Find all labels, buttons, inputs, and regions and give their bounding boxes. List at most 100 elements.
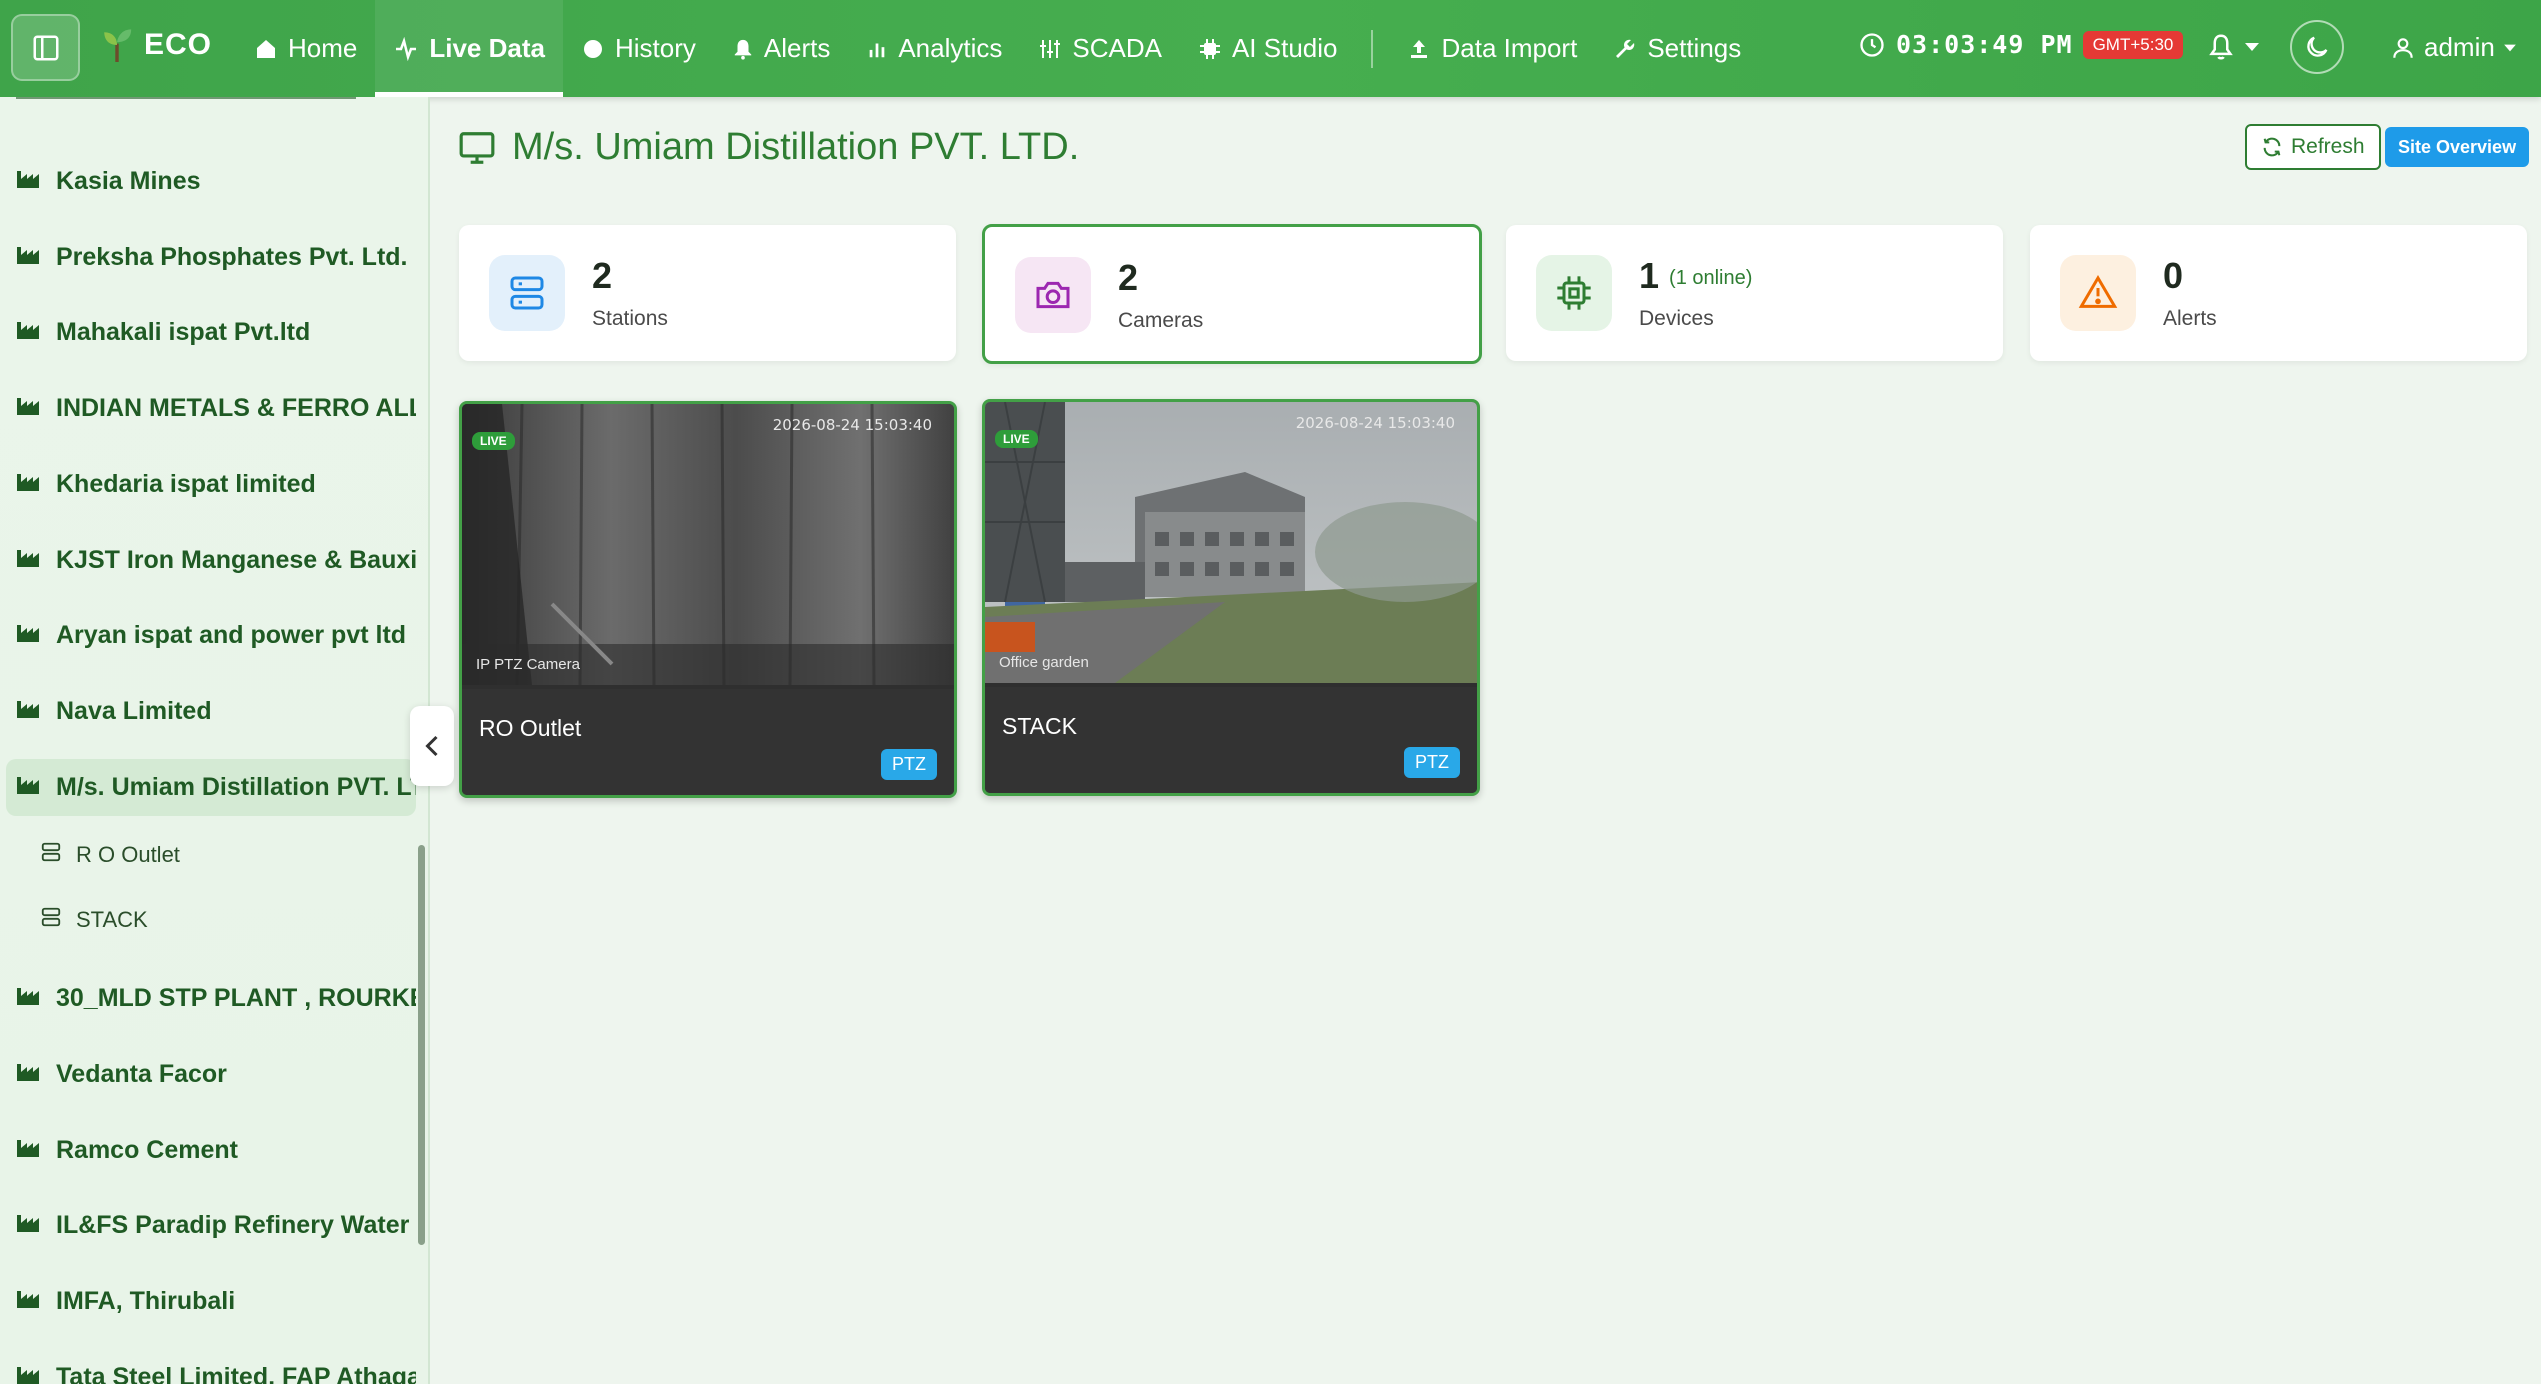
home-icon bbox=[257, 39, 275, 58]
sidebar-site-item[interactable]: 30_MLD STP PLANT , ROURKELA bbox=[16, 984, 416, 1013]
sidebar-scrollbar[interactable] bbox=[418, 845, 425, 1245]
caret-down-icon bbox=[2245, 43, 2259, 51]
nav-live-data[interactable]: Live Data bbox=[375, 0, 563, 97]
stations-count: 2 bbox=[592, 255, 613, 296]
nav-settings[interactable]: Settings bbox=[1595, 0, 1759, 97]
camera-overlay-label: Office garden bbox=[999, 654, 1089, 671]
camera-icon bbox=[1036, 281, 1070, 309]
factory-icon bbox=[16, 984, 42, 1013]
site-overview-button[interactable]: Site Overview bbox=[2385, 127, 2530, 167]
top-navbar: ECO Home Live Data History Alerts Analyt… bbox=[0, 0, 2541, 97]
factory-icon bbox=[16, 1287, 42, 1316]
stat-card-cameras[interactable]: 2 Cameras bbox=[982, 224, 1482, 364]
refresh-button[interactable]: Refresh bbox=[2245, 124, 2381, 170]
nav-home[interactable]: Home bbox=[236, 0, 375, 97]
bell-outline-icon bbox=[2209, 34, 2233, 60]
ptz-badge: PTZ bbox=[881, 749, 937, 780]
sidebar-site-item[interactable]: KJST Iron Manganese & Bauxite bbox=[16, 546, 416, 575]
theme-toggle-button[interactable] bbox=[2290, 20, 2344, 74]
nav-ai-studio-label: AI Studio bbox=[1231, 33, 1338, 63]
caret-down-icon bbox=[2503, 44, 2516, 51]
sidebar-site-item[interactable]: INDIAN METALS & FERRO ALLOYS bbox=[16, 394, 416, 423]
stat-card-devices[interactable]: 1 (1 online) Devices bbox=[1506, 225, 2003, 361]
sidebar-station-label: STACK bbox=[76, 907, 148, 933]
factory-icon bbox=[16, 1060, 42, 1089]
sidebar-site-label: Khedaria ispat limited bbox=[56, 469, 316, 498]
nav-home-label: Home bbox=[288, 33, 358, 63]
clock-time: 03:03:49 PM bbox=[1896, 30, 2073, 59]
camera-feed[interactable]: LIVE 2026-08-24 15:03:40 Office garden bbox=[985, 402, 1477, 683]
nav-history-label: History bbox=[614, 33, 696, 63]
sidebar-site-item[interactable]: Preksha Phosphates Pvt. Ltd. bbox=[16, 243, 416, 272]
camera-card-ro-outlet[interactable]: LIVE 2026-08-24 15:03:40 IP PTZ Camera R… bbox=[459, 401, 957, 798]
collapse-sidebar-button[interactable] bbox=[410, 706, 454, 786]
notifications-button[interactable] bbox=[2206, 32, 2260, 62]
sidebar-site-label: Nava Limited bbox=[56, 696, 212, 725]
wrench-icon bbox=[1616, 39, 1635, 58]
sidebar-site-item[interactable]: IL&FS Paradip Refinery Water bbox=[16, 1211, 416, 1240]
nav-alerts[interactable]: Alerts bbox=[714, 0, 848, 97]
clock-display: 03:03:49 PM GMT+5:30 bbox=[1858, 30, 2184, 59]
camera-feed[interactable]: LIVE 2026-08-24 15:03:40 IP PTZ Camera bbox=[462, 404, 954, 685]
devices-icon-wrap bbox=[1536, 255, 1612, 331]
cameras-icon-wrap bbox=[1015, 257, 1091, 333]
stations-label: Stations bbox=[592, 307, 668, 330]
camera-footer: RO Outlet PTZ bbox=[462, 689, 954, 795]
user-menu[interactable]: admin bbox=[2390, 32, 2517, 63]
sidebar-site-label: INDIAN METALS & FERRO ALLOYS bbox=[56, 394, 416, 423]
camera-name: STACK bbox=[1002, 713, 1077, 739]
sidebar-site-label: Kasia Mines bbox=[56, 167, 201, 195]
sidebar-site-label: Preksha Phosphates Pvt. Ltd. bbox=[56, 242, 408, 271]
live-badge: LIVE bbox=[995, 430, 1038, 448]
sidebar-site-item[interactable]: Aryan ispat and power pvt ltd bbox=[16, 621, 416, 650]
nav-scada[interactable]: SCADA bbox=[1020, 0, 1180, 97]
sidebar-site-label: Vedanta Facor bbox=[56, 1060, 227, 1088]
refresh-label: Refresh bbox=[2291, 135, 2365, 158]
sidebar-site-item[interactable]: Khedaria ispat limited bbox=[16, 470, 416, 499]
sidebar-site-item[interactable]: M/s. Umiam Distillation PVT. LTD. bbox=[6, 758, 416, 816]
refresh-icon bbox=[2263, 137, 2281, 157]
sidebar-site-label: Aryan ispat and power pvt ltd bbox=[56, 621, 407, 650]
factory-icon bbox=[16, 1363, 42, 1384]
camera-card-stack[interactable]: LIVE 2026-08-24 15:03:40 Office garden S… bbox=[982, 399, 1480, 796]
camera-name: RO Outlet bbox=[479, 715, 582, 741]
sidebar-station-item[interactable]: R O Outlet bbox=[40, 841, 180, 869]
devices-online: (1 online) bbox=[1669, 266, 1753, 289]
ptz-badge: PTZ bbox=[1404, 747, 1460, 778]
stat-card-stations[interactable]: 2 Stations bbox=[459, 225, 956, 361]
sidebar-toggle-button[interactable] bbox=[11, 14, 80, 81]
server-icon bbox=[40, 841, 62, 869]
server-icon bbox=[40, 906, 62, 934]
nav-history[interactable]: History bbox=[563, 0, 714, 97]
stat-card-alerts[interactable]: 0 Alerts bbox=[2030, 225, 2527, 361]
nav-analytics-label: Analytics bbox=[898, 33, 1003, 63]
server-icon bbox=[510, 276, 544, 310]
nav-ai-studio[interactable]: AI Studio bbox=[1180, 0, 1356, 97]
nav-data-import-label: Data Import bbox=[1441, 33, 1578, 63]
alerts-count: 0 bbox=[2163, 255, 2184, 296]
cpu-icon bbox=[1557, 276, 1591, 310]
nav-data-import[interactable]: Data Import bbox=[1389, 0, 1595, 97]
sidebar-site-item[interactable]: Mahakali ispat Pvt.ltd bbox=[16, 318, 416, 347]
timezone-badge: GMT+5:30 bbox=[2082, 30, 2184, 59]
sidebar-site-label: Tata Steel Limited, FAP Athagarh bbox=[56, 1362, 416, 1384]
sidebar-site-item[interactable]: Ramco Cement bbox=[16, 1136, 416, 1165]
cameras-count: 2 bbox=[1118, 257, 1139, 298]
sidebar-site-item[interactable]: Tata Steel Limited, FAP Athagarh bbox=[16, 1363, 416, 1384]
brand-logo[interactable]: ECO bbox=[100, 26, 212, 64]
factory-icon bbox=[16, 1211, 42, 1240]
sprout-icon bbox=[104, 29, 132, 62]
sidebar-site-item[interactable]: Nava Limited bbox=[16, 697, 416, 726]
sidebar-site-item[interactable]: IMFA, Thirubali bbox=[16, 1287, 416, 1316]
user-icon bbox=[2393, 37, 2413, 58]
sidebar-site-item[interactable]: Vedanta Facor bbox=[16, 1060, 416, 1089]
nav-divider bbox=[1371, 29, 1374, 68]
camera-footer: STACK PTZ bbox=[985, 687, 1477, 793]
factory-icon bbox=[16, 167, 42, 196]
sidebar-site-item[interactable]: Kasia Mines bbox=[16, 167, 416, 196]
nav-analytics[interactable]: Analytics bbox=[848, 0, 1020, 97]
devices-label: Devices bbox=[1639, 307, 1714, 330]
sidebar-station-item[interactable]: STACK bbox=[40, 906, 148, 934]
sidebar-site-label: KJST Iron Manganese & Bauxite bbox=[56, 545, 416, 574]
devices-count: 1 (1 online) bbox=[1639, 255, 1753, 296]
